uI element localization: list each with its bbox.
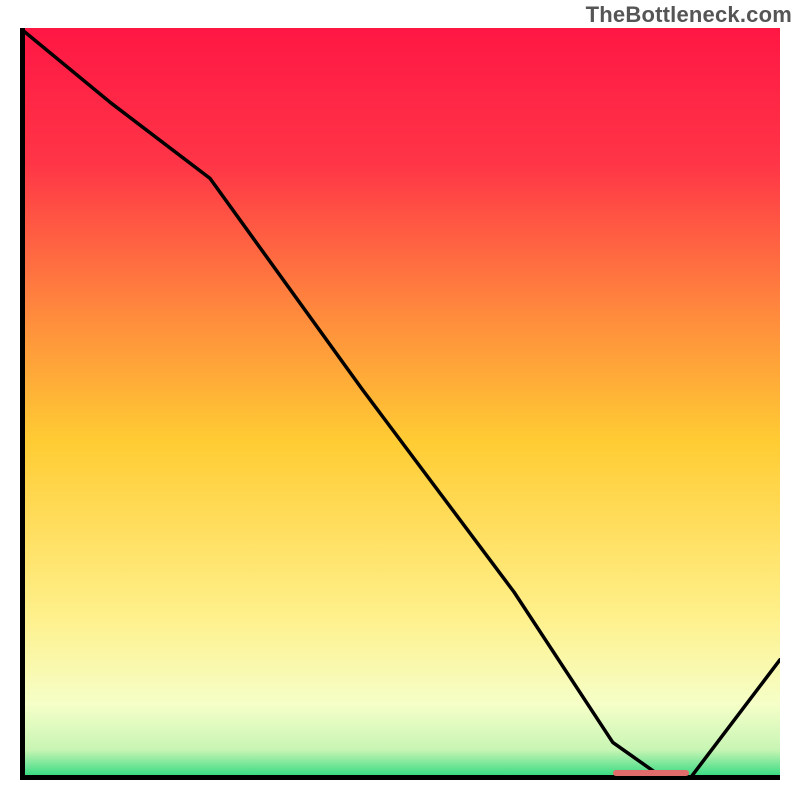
chart-container: TheBottleneck.com — [0, 0, 800, 800]
bottleneck-chart-svg — [20, 28, 780, 780]
watermark-text: TheBottleneck.com — [586, 2, 792, 28]
gradient-background — [20, 28, 780, 780]
chart-area — [20, 28, 780, 780]
